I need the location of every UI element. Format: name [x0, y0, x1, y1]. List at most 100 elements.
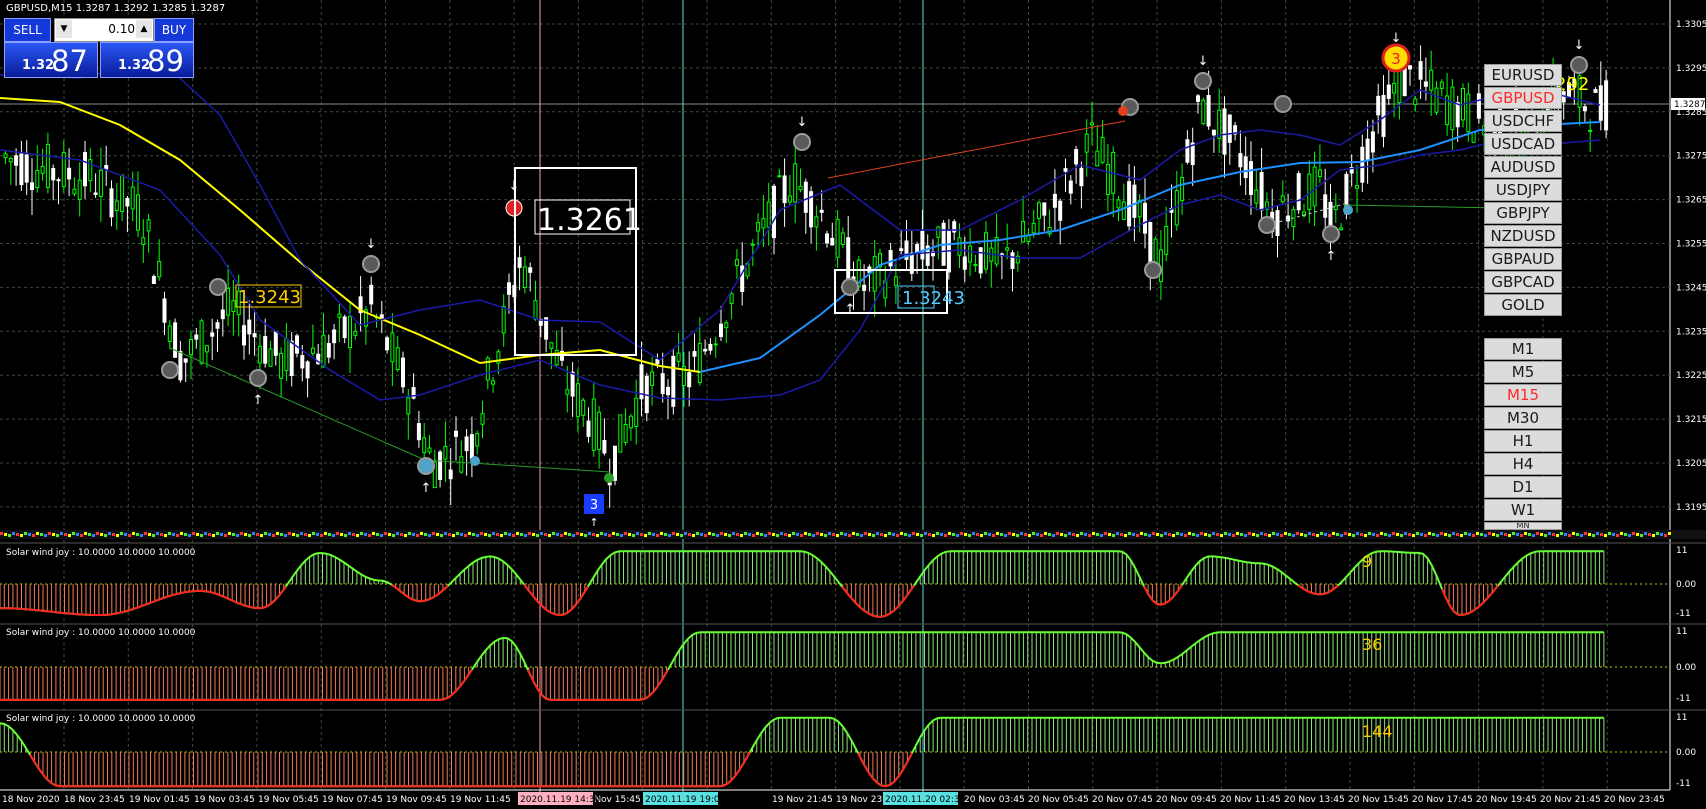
- timeframe-button-h4[interactable]: H4: [1484, 453, 1562, 475]
- timeframe-button-mn[interactable]: MN: [1484, 522, 1562, 530]
- strip-dot: [564, 532, 567, 535]
- symbol-button-gold[interactable]: GOLD: [1484, 294, 1562, 316]
- strip-dot: [1064, 534, 1067, 537]
- strip-dot: [1076, 534, 1079, 537]
- strip-dot: [1636, 533, 1639, 536]
- price-chart[interactable]: 1.33051.32951.32851.32751.32651.32551.32…: [0, 0, 1706, 809]
- strip-dot: [1196, 534, 1199, 537]
- candle-body: [279, 352, 284, 379]
- buy-button[interactable]: BUY: [154, 18, 194, 42]
- strip-dot: [280, 533, 283, 536]
- time-axis-label: 20 Nov 03:45: [964, 795, 1025, 805]
- symbol-button-gbpaud[interactable]: GBPAUD: [1484, 248, 1562, 270]
- strip-dot: [556, 533, 559, 536]
- candle-body: [167, 325, 172, 342]
- strip-dot: [108, 532, 111, 535]
- symbol-button-gbpusd[interactable]: GBPUSD: [1484, 87, 1562, 109]
- candle-body: [438, 451, 443, 480]
- candle-body: [1005, 247, 1010, 251]
- time-axis-label: 20 Nov 05:45: [1028, 795, 1089, 805]
- candle-body: [1312, 166, 1317, 207]
- symbol-button-usdcad[interactable]: USDCAD: [1484, 133, 1562, 155]
- strip-dot: [876, 532, 879, 535]
- strip-dot: [1428, 532, 1431, 535]
- strip-dot: [1240, 533, 1243, 536]
- strip-dot: [40, 533, 43, 536]
- timeframe-button-m30[interactable]: M30: [1484, 407, 1562, 429]
- candle-body: [120, 174, 125, 212]
- strip-dot: [240, 532, 243, 535]
- bid-price-button[interactable]: 1.32 87: [4, 42, 98, 78]
- down-arrow-icon: ↓: [1574, 38, 1585, 53]
- strip-dot: [1148, 534, 1151, 537]
- strip-dot: [904, 533, 907, 536]
- symbol-button-usdjpy[interactable]: USDJPY: [1484, 179, 1562, 201]
- timeframe-button-h1[interactable]: H1: [1484, 430, 1562, 452]
- candle-body: [480, 413, 485, 425]
- sell-button[interactable]: SELL: [4, 18, 51, 42]
- signal-dot: [793, 133, 811, 151]
- strip-dot: [36, 532, 39, 535]
- strip-dot: [1360, 533, 1363, 536]
- candle-body: [772, 185, 776, 239]
- timeframe-button-m15[interactable]: M15: [1484, 384, 1562, 406]
- symbol-button-nzdusd[interactable]: NZDUSD: [1484, 225, 1562, 247]
- strip-dot: [232, 533, 235, 536]
- strip-dot: [888, 532, 891, 535]
- timeframe-button-m5[interactable]: M5: [1484, 361, 1562, 383]
- strip-dot: [532, 533, 535, 536]
- candle-body: [782, 175, 787, 204]
- candle-body: [1185, 139, 1190, 163]
- lot-increase-icon[interactable]: ▲: [136, 20, 152, 38]
- timeframe-button-w1[interactable]: W1: [1484, 499, 1562, 521]
- price-axis-label: 1.3225: [1676, 371, 1706, 381]
- candle-body: [422, 437, 427, 454]
- symbol-button-usdchf[interactable]: USDCHF: [1484, 110, 1562, 132]
- strip-dot: [932, 534, 935, 537]
- candle-body: [130, 186, 135, 210]
- strip-dot: [1268, 534, 1271, 537]
- strip-dot: [1340, 534, 1343, 537]
- candle-body: [93, 192, 98, 195]
- strip-dot: [1244, 534, 1247, 537]
- price-axis-label: 1.3255: [1676, 240, 1706, 250]
- strip-dot: [1284, 532, 1287, 535]
- candle-body: [226, 287, 231, 316]
- timeframe-button-d1[interactable]: D1: [1484, 476, 1562, 498]
- candle-body: [830, 237, 835, 246]
- strip-dot: [200, 534, 203, 537]
- candle-body: [761, 218, 766, 229]
- symbol-button-gbpcad[interactable]: GBPCAD: [1484, 271, 1562, 293]
- candle-body: [1413, 98, 1418, 106]
- indicator-value-label: 36: [1362, 635, 1382, 654]
- candle-body: [210, 332, 215, 337]
- candle-body: [114, 200, 119, 211]
- candle-body: [1604, 80, 1609, 131]
- strip-dot: [1160, 534, 1163, 537]
- time-axis-label: 20 Nov 23:45: [1604, 795, 1665, 805]
- symbol-button-audusd[interactable]: AUDUSD: [1484, 156, 1562, 178]
- lot-decrease-icon[interactable]: ▼: [56, 20, 72, 38]
- signal-dot: [161, 361, 179, 379]
- candle-body: [1455, 102, 1460, 128]
- indicator-axis-label: -11: [1676, 779, 1691, 789]
- strip-dot: [668, 534, 671, 537]
- strip-dot: [468, 532, 471, 535]
- ask-price-button[interactable]: 1.32 89: [100, 42, 194, 78]
- strip-dot: [568, 533, 571, 536]
- strip-dot: [1532, 534, 1535, 537]
- symbol-button-gbpjpy[interactable]: GBPJPY: [1484, 202, 1562, 224]
- strip-dot: [1368, 532, 1371, 535]
- strip-dot: [880, 533, 883, 536]
- strip-dot: [672, 532, 675, 535]
- strip-dot: [448, 533, 451, 536]
- strip-dot: [412, 533, 415, 536]
- timeframe-button-m1[interactable]: M1: [1484, 338, 1562, 360]
- strip-dot: [1328, 534, 1331, 537]
- strip-dot: [520, 533, 523, 536]
- symbol-button-eurusd[interactable]: EURUSD: [1484, 64, 1562, 86]
- strip-dot: [296, 534, 299, 537]
- lot-size-input[interactable]: [73, 20, 139, 38]
- indicator-axis-label: 0.00: [1676, 748, 1696, 758]
- strip-dot: [1272, 532, 1275, 535]
